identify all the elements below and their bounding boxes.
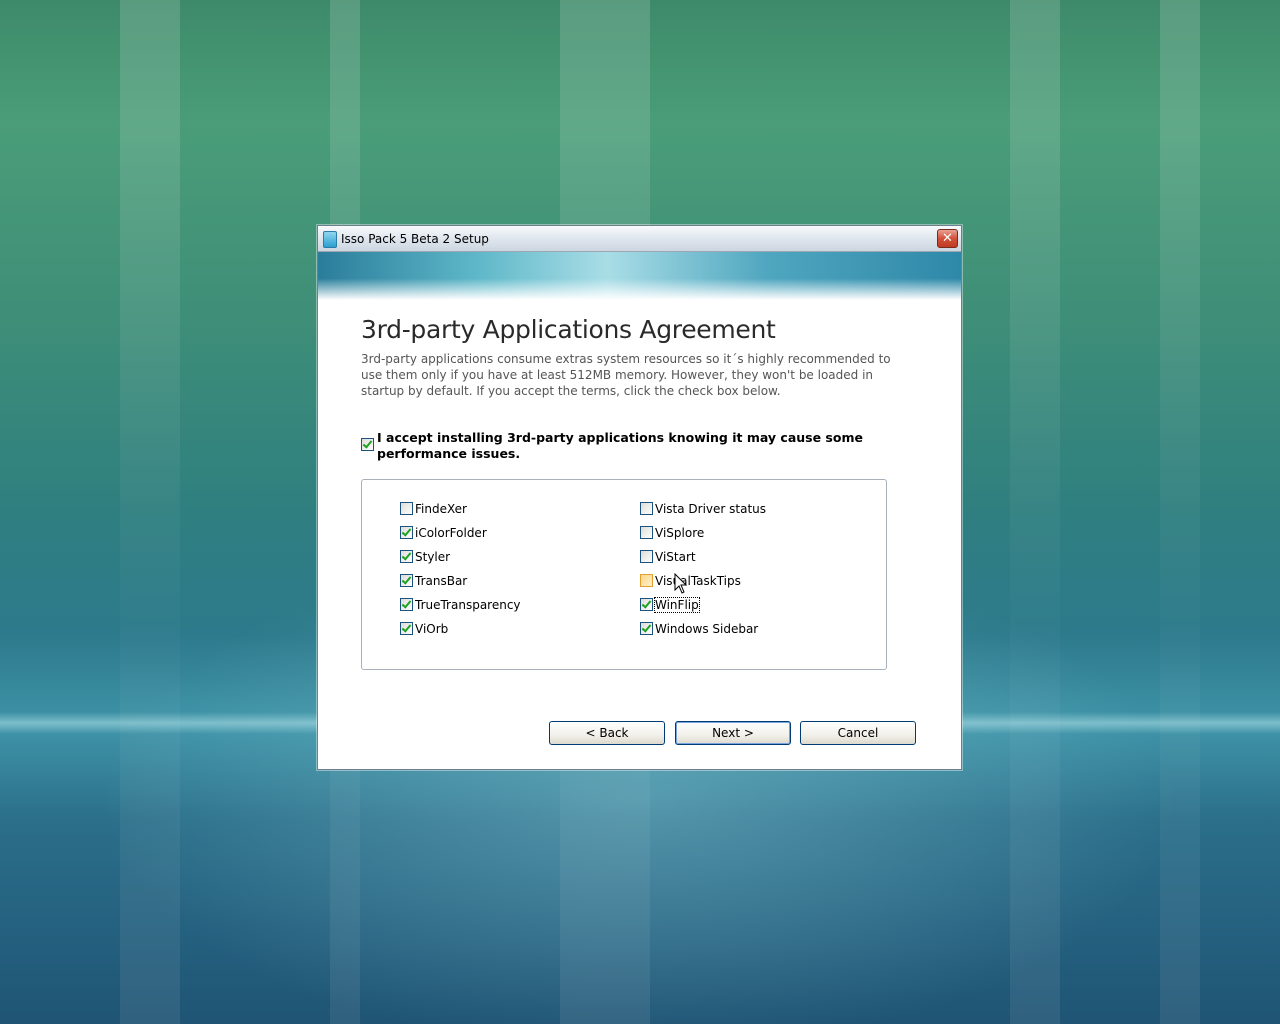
app-checkbox-visualtasktips[interactable]: VisualTaskTips bbox=[640, 573, 741, 589]
checkbox[interactable] bbox=[640, 526, 653, 539]
app-label[interactable]: FindeXer bbox=[415, 502, 467, 516]
setup-app-icon bbox=[323, 231, 337, 248]
app-checkbox-findexer[interactable]: FindeXer bbox=[400, 501, 467, 517]
title-bar[interactable]: Isso Pack 5 Beta 2 Setup ✕ bbox=[318, 226, 961, 252]
app-label[interactable]: iColorFolder bbox=[415, 526, 487, 540]
app-label[interactable]: ViSplore bbox=[655, 526, 704, 540]
app-label[interactable]: Vista Driver status bbox=[655, 502, 766, 516]
bg-light-streak bbox=[1010, 0, 1060, 1024]
app-checkbox-truetransparency[interactable]: TrueTransparency bbox=[400, 597, 521, 613]
accept-checkbox[interactable] bbox=[361, 438, 374, 451]
accept-label[interactable]: I accept installing 3rd-party applicatio… bbox=[377, 430, 921, 462]
accept-checkbox-row[interactable]: I accept installing 3rd-party applicatio… bbox=[361, 430, 921, 462]
bg-light-streak bbox=[120, 0, 180, 1024]
app-checkbox-icolorfolder[interactable]: iColorFolder bbox=[400, 525, 487, 541]
checkbox[interactable] bbox=[400, 574, 413, 587]
app-checkbox-vistart[interactable]: ViStart bbox=[640, 549, 696, 565]
checkbox[interactable] bbox=[640, 622, 653, 635]
setup-dialog: Isso Pack 5 Beta 2 Setup ✕ 3rd-party App… bbox=[317, 225, 962, 770]
app-checkbox-transbar[interactable]: TransBar bbox=[400, 573, 467, 589]
app-label[interactable]: ViStart bbox=[655, 550, 696, 564]
close-button[interactable]: ✕ bbox=[937, 229, 958, 248]
mouse-pointer-icon-svg bbox=[674, 572, 688, 594]
checkbox[interactable] bbox=[640, 550, 653, 563]
close-icon: ✕ bbox=[942, 231, 953, 246]
back-button[interactable]: < Back bbox=[549, 721, 665, 745]
checkbox[interactable] bbox=[400, 502, 413, 515]
header-banner bbox=[318, 252, 961, 300]
app-checkbox-styler[interactable]: Styler bbox=[400, 549, 450, 565]
app-label[interactable]: VisualTaskTips bbox=[655, 574, 741, 588]
cancel-button[interactable]: Cancel bbox=[800, 721, 916, 745]
checkbox[interactable] bbox=[400, 526, 413, 539]
app-label[interactable]: WinFlip bbox=[654, 597, 700, 613]
checkbox[interactable] bbox=[400, 622, 413, 635]
app-label[interactable]: TransBar bbox=[415, 574, 467, 588]
app-label[interactable]: ViOrb bbox=[415, 622, 448, 636]
app-checkbox-winflip[interactable]: WinFlip bbox=[640, 597, 700, 613]
window-title: Isso Pack 5 Beta 2 Setup bbox=[341, 232, 489, 246]
checkbox[interactable] bbox=[640, 574, 653, 587]
applications-group: FindeXer iColorFolder Styler TransBar Tr… bbox=[361, 479, 887, 670]
checkbox[interactable] bbox=[640, 502, 653, 515]
checkbox[interactable] bbox=[400, 598, 413, 611]
next-button[interactable]: Next > bbox=[675, 721, 791, 745]
app-checkbox-vista-driver-status[interactable]: Vista Driver status bbox=[640, 501, 766, 517]
app-label[interactable]: TrueTransparency bbox=[415, 598, 521, 612]
checkbox[interactable] bbox=[400, 550, 413, 563]
app-checkbox-viorb[interactable]: ViOrb bbox=[400, 621, 448, 637]
app-checkbox-windows-sidebar[interactable]: Windows Sidebar bbox=[640, 621, 758, 637]
checkbox[interactable] bbox=[640, 598, 653, 611]
app-label[interactable]: Windows Sidebar bbox=[655, 622, 758, 636]
app-label[interactable]: Styler bbox=[415, 550, 450, 564]
page-description: 3rd-party applications consume extras sy… bbox=[361, 352, 891, 398]
page-title: 3rd-party Applications Agreement bbox=[361, 315, 776, 344]
bg-light-streak bbox=[1160, 0, 1200, 1024]
app-checkbox-visplore[interactable]: ViSplore bbox=[640, 525, 704, 541]
